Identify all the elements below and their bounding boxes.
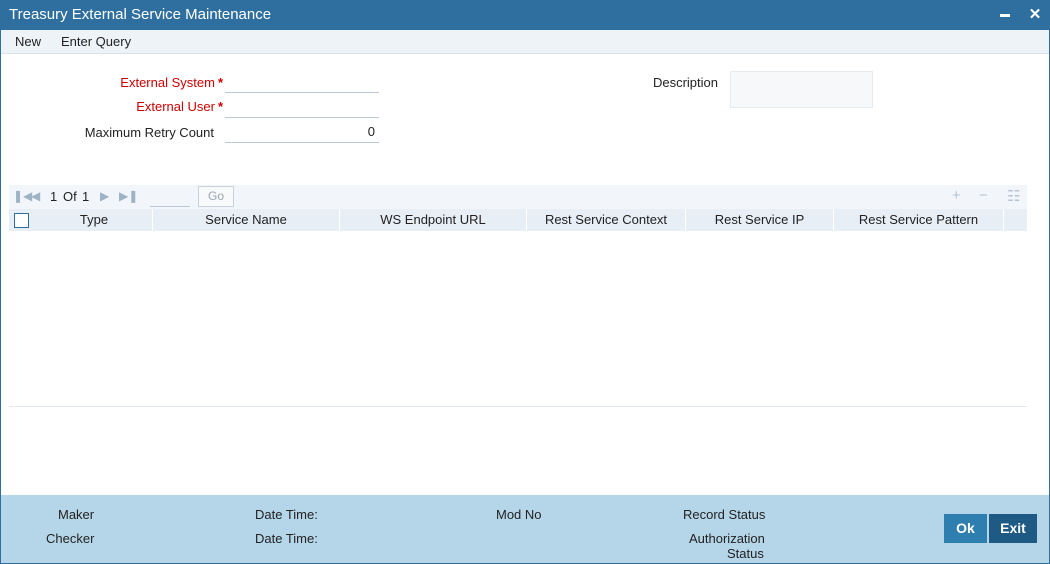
mod-no-label: Mod No (496, 507, 542, 522)
column-header-service-name[interactable]: Service Name (153, 209, 340, 231)
minimize-icon (1000, 13, 1010, 17)
max-retry-count-input[interactable] (225, 121, 379, 143)
current-page: 1 (50, 189, 58, 204)
grid-pager: ❚◀ ◀ 1 Of 1 ▶ ▶❚ Go + − ☷ (9, 185, 1027, 209)
record-status-label: Record Status (683, 507, 766, 522)
select-all-checkbox[interactable] (14, 213, 29, 228)
window-title: Treasury External Service Maintenance (9, 6, 272, 23)
required-marker: * (217, 75, 223, 90)
menu-new[interactable]: New (15, 34, 41, 49)
authorization-status-label-line2: Status (727, 546, 764, 561)
page-number-input[interactable] (150, 186, 190, 207)
next-page-icon[interactable]: ▶ (100, 189, 109, 203)
add-row-icon[interactable]: + (952, 187, 961, 204)
checker-label: Checker (46, 531, 95, 546)
last-page-icon[interactable]: ▶❚ (119, 189, 138, 203)
menu-enter-query[interactable]: Enter Query (61, 34, 131, 49)
authorization-status-label-line1: Authorization (689, 531, 765, 546)
menu-bar: New Enter Query (1, 30, 1049, 54)
page-of-label: Of (63, 189, 77, 204)
maker-label: Maker (58, 507, 95, 522)
grid-settings-icon[interactable]: ☷ (1007, 187, 1020, 205)
description-label: Description (652, 75, 718, 90)
grid-header: Type Service Name WS Endpoint URL Rest S… (9, 209, 1027, 231)
total-pages: 1 (82, 189, 90, 204)
go-button[interactable]: Go (198, 186, 234, 207)
remove-row-icon[interactable]: − (979, 187, 988, 204)
column-header-rest-service-context[interactable]: Rest Service Context (527, 209, 686, 231)
column-header-ws-endpoint-url[interactable]: WS Endpoint URL (340, 209, 527, 231)
ok-button[interactable]: Ok (944, 514, 987, 543)
external-system-label-text: External System (120, 75, 215, 90)
maintenance-window: Treasury External Service Maintenance ✕ … (0, 0, 1050, 564)
exit-button[interactable]: Exit (989, 514, 1037, 543)
minimize-button[interactable] (995, 5, 1015, 25)
checker-date-time-label: Date Time: (255, 531, 318, 546)
column-header-type[interactable]: Type (36, 209, 153, 231)
external-user-label: External User * (91, 99, 223, 114)
maker-date-time-label: Date Time: (255, 507, 318, 522)
required-marker: * (217, 99, 223, 114)
external-user-label-text: External User (136, 99, 215, 114)
title-bar: Treasury External Service Maintenance ✕ (1, 1, 1049, 30)
column-header-rest-service-ip[interactable]: Rest Service IP (686, 209, 834, 231)
description-field[interactable] (730, 71, 873, 108)
external-user-input[interactable] (225, 96, 379, 118)
external-system-label: External System * (91, 75, 223, 90)
column-header-rest-service-pattern[interactable]: Rest Service Pattern (834, 209, 1004, 231)
audit-footer: Maker Checker Date Time: Date Time: Mod … (1, 495, 1049, 563)
external-system-input[interactable] (225, 71, 379, 93)
first-page-icon[interactable]: ❚◀ (13, 189, 32, 203)
close-icon[interactable]: ✕ (1025, 5, 1045, 25)
grid-body (9, 231, 1027, 407)
prev-page-icon[interactable]: ◀ (31, 189, 40, 203)
max-retry-count-label: Maximum Retry Count (84, 125, 214, 140)
